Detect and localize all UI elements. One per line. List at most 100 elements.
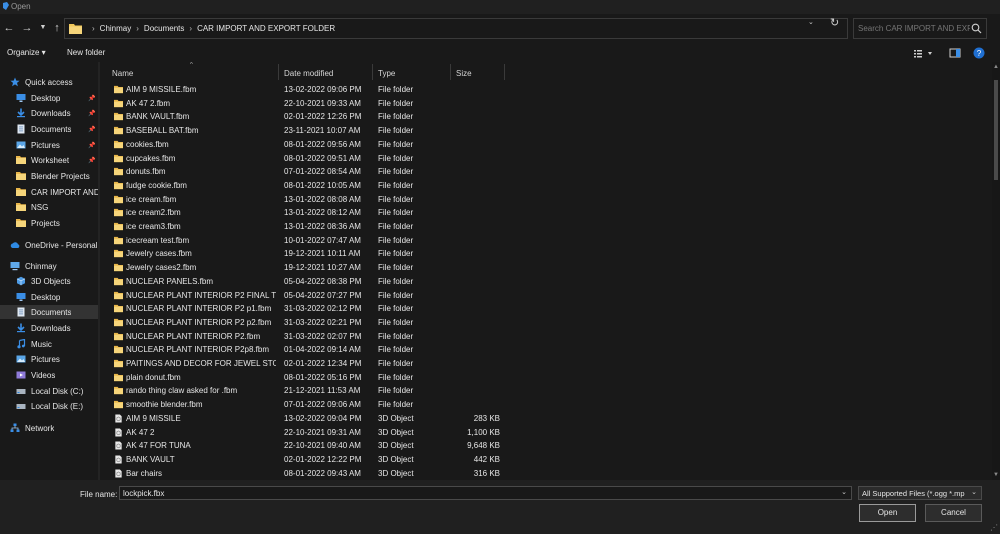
date-modified-cell: 02-01-2022 12:22 PM <box>284 454 362 464</box>
sidebar-item[interactable]: Local Disk (E:) <box>0 399 98 413</box>
file-row[interactable]: rando thing claw asked for .fbm 21-12-202… <box>100 384 992 398</box>
scroll-down-icon[interactable]: ▼ <box>993 472 999 478</box>
file-row[interactable]: cupcakes.fbm 08-01-2022 09:51 AM File fold… <box>100 152 992 166</box>
pin-icon[interactable]: 📌 <box>88 126 95 133</box>
pin-icon[interactable]: 📌 <box>88 157 95 164</box>
search-input[interactable] <box>858 22 970 35</box>
file-row[interactable]: NUCLEAR PLANT INTERIOR P2.fbm 31-03-2022 … <box>100 330 992 344</box>
sidebar-item[interactable]: Desktop <box>0 290 98 304</box>
file-name-combobox[interactable]: ⌄ <box>119 486 852 500</box>
folder-icon <box>114 236 123 244</box>
column-header-date[interactable]: Date modified <box>284 64 333 82</box>
breadcrumb-documents[interactable]: Documents <box>144 24 184 33</box>
pin-icon[interactable]: 📌 <box>88 110 95 117</box>
file-row[interactable]: smoothie blender.fbm 07-01-2022 09:06 AM F… <box>100 398 992 412</box>
back-arrow-icon[interactable]: ← <box>2 20 16 36</box>
column-header-type[interactable]: Type <box>378 64 395 82</box>
sidebar-item[interactable]: OneDrive - Personal <box>0 238 98 252</box>
file-row[interactable]: ice cream.fbm 13-01-2022 08:08 AM File fol… <box>100 193 992 207</box>
file-row[interactable]: BANK VAULT 02-01-2022 12:22 PM 3D Object 44… <box>100 453 992 467</box>
file-row[interactable]: NUCLEAR PLANT INTERIOR P2 p1.fbm 31-03-20… <box>100 302 992 316</box>
column-header-size[interactable]: Size <box>456 64 472 82</box>
sidebar-item[interactable]: 3D Objects <box>0 274 98 288</box>
file-row[interactable]: AK 47 FOR TUNA 22-10-2021 09:40 AM 3D Obje… <box>100 439 992 453</box>
file-row[interactable]: Jewelry cases.fbm 19-12-2021 10:11 AM File… <box>100 247 992 261</box>
sidebar-item[interactable]: Projects <box>0 216 98 230</box>
resize-grip-icon[interactable]: ⋰ <box>990 523 998 532</box>
file-row[interactable]: NUCLEAR PLANT INTERIOR P2 FINAL TR... 05-… <box>100 289 992 303</box>
sidebar-item[interactable]: Music <box>0 337 98 351</box>
file-row[interactable]: BASEBALL BAT.fbm 23-11-2021 10:07 AM File … <box>100 124 992 138</box>
file-row[interactable]: ice cream3.fbm 13-01-2022 08:36 AM File fo… <box>100 220 992 234</box>
breadcrumb-separator-icon[interactable]: › <box>189 24 192 33</box>
file-row[interactable]: donuts.fbm 07-01-2022 08:54 AM File folder <box>100 165 992 179</box>
new-folder-button[interactable]: New folder <box>67 48 105 57</box>
sidebar-item[interactable]: Downloads <box>0 321 98 335</box>
preview-pane-icon[interactable] <box>949 47 961 59</box>
file-row[interactable]: Bar chairs 08-01-2022 09:43 AM 3D Object 31… <box>100 467 992 480</box>
scroll-up-icon[interactable]: ▲ <box>993 64 999 70</box>
file-row[interactable]: Jewelry cases2.fbm 19-12-2021 10:27 AM Fil… <box>100 261 992 275</box>
file-row[interactable]: icecream test.fbm 10-01-2022 07:47 AM File… <box>100 234 992 248</box>
sidebar-item[interactable]: Downloads 📌 <box>0 106 98 120</box>
sidebar-item-label: Network <box>25 423 55 433</box>
file-type-select[interactable]: All Supported Files (*.ogg *.mp ⌄ <box>858 486 982 500</box>
type-cell: File folder <box>378 359 414 368</box>
breadcrumb-separator-icon[interactable]: › <box>136 24 139 33</box>
sidebar-item[interactable]: Documents 📌 <box>0 122 98 136</box>
vertical-scrollbar[interactable]: ▲ ▼ <box>992 62 1000 480</box>
scrollbar-thumb[interactable] <box>994 80 998 180</box>
column-divider[interactable] <box>450 64 451 80</box>
address-bar[interactable]: › Chinmay › Documents › CAR IMPORT AND E… <box>64 18 848 39</box>
help-icon[interactable]: ? <box>973 47 985 59</box>
file-row[interactable]: AIM 9 MISSILE.fbm 13-02-2022 09:06 PM File… <box>100 83 992 97</box>
search-box[interactable] <box>853 18 987 39</box>
folder-icon <box>114 318 123 326</box>
chevron-down-icon[interactable]: ▼ <box>36 20 50 36</box>
refresh-icon[interactable]: ↻ <box>830 16 839 29</box>
view-options-icon[interactable] <box>913 47 935 59</box>
sidebar-item[interactable]: Videos <box>0 368 98 382</box>
pin-icon[interactable]: 📌 <box>88 142 95 149</box>
column-divider[interactable] <box>278 64 279 80</box>
sidebar-item[interactable]: Worksheet 📌 <box>0 153 98 167</box>
sidebar-item[interactable]: Blender Projects <box>0 169 98 183</box>
sidebar-item[interactable]: Documents <box>0 305 98 319</box>
sidebar-item[interactable]: Local Disk (C:) <box>0 384 98 398</box>
file-row[interactable]: cookies.fbm 08-01-2022 09:56 AM File folde… <box>100 138 992 152</box>
forward-arrow-icon[interactable]: → <box>20 20 34 36</box>
sidebar-item[interactable]: Desktop 📌 <box>0 91 98 105</box>
file-row[interactable]: plain donut.fbm 08-01-2022 05:16 PM File f… <box>100 371 992 385</box>
file-row[interactable]: AK 47 2 22-10-2021 09:31 AM 3D Object 1,100… <box>100 426 992 440</box>
sidebar-item[interactable]: NSG <box>0 200 98 214</box>
breadcrumb-current-folder[interactable]: CAR IMPORT AND EXPORT FOLDER <box>197 24 335 33</box>
breadcrumb-chinmay[interactable]: Chinmay <box>100 24 132 33</box>
sidebar-item[interactable]: Quick access <box>0 75 98 89</box>
cancel-button[interactable]: Cancel <box>925 504 982 522</box>
file-row[interactable]: fudge cookie.fbm 08-01-2022 10:05 AM File … <box>100 179 992 193</box>
file-row[interactable]: ice cream2.fbm 13-01-2022 08:12 AM File fo… <box>100 206 992 220</box>
file-row[interactable]: AIM 9 MISSILE 13-02-2022 09:04 PM 3D Objec… <box>100 412 992 426</box>
organize-button[interactable]: Organize ▾ <box>7 48 46 57</box>
column-divider[interactable] <box>372 64 373 80</box>
sidebar-item[interactable]: Chinmay <box>0 259 98 273</box>
chevron-down-icon[interactable]: ⌄ <box>841 488 847 496</box>
sidebar-item[interactable]: Pictures <box>0 352 98 366</box>
file-row[interactable]: NUCLEAR PANELS.fbm 05-04-2022 08:38 PM Fil… <box>100 275 992 289</box>
up-arrow-icon[interactable]: ↑ <box>50 20 64 36</box>
sidebar-item[interactable]: Pictures 📌 <box>0 138 98 152</box>
sidebar-item[interactable]: CAR IMPORT AND E <box>0 185 98 199</box>
file-name-input[interactable] <box>123 488 823 499</box>
column-divider[interactable] <box>504 64 505 80</box>
open-button[interactable]: Open <box>859 504 916 522</box>
column-header-name[interactable]: Name <box>112 64 133 82</box>
file-row[interactable]: PAITINGS AND DECOR FOR JEWEL STORE... 02-… <box>100 357 992 371</box>
address-history-dropdown-icon[interactable]: ⌄ <box>808 18 814 26</box>
chevron-down-icon[interactable]: ⌄ <box>971 488 977 496</box>
file-row[interactable]: AK 47 2.fbm 22-10-2021 09:33 AM File folde… <box>100 97 992 111</box>
file-row[interactable]: NUCLEAR PLANT INTERIOR P2 p2.fbm 31-03-20… <box>100 316 992 330</box>
file-row[interactable]: NUCLEAR PLANT INTERIOR P2p8.fbm 01-04-202… <box>100 343 992 357</box>
sidebar-item[interactable]: Network <box>0 421 98 435</box>
file-row[interactable]: BANK VAULT.fbm 02-01-2022 12:26 PM File fo… <box>100 110 992 124</box>
pin-icon[interactable]: 📌 <box>88 95 95 102</box>
